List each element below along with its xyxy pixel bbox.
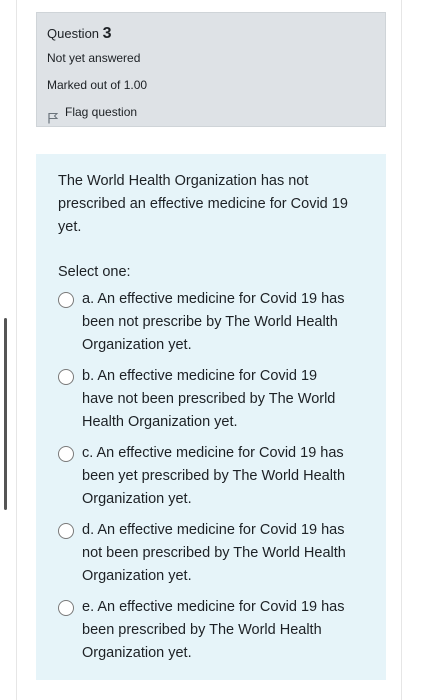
question-number: 3 [102,25,112,42]
question-content: The World Health Organization has not pr… [36,154,386,680]
flag-question-link[interactable]: Flag question [47,99,375,126]
radio-button-e[interactable] [58,600,74,616]
answer-list: a. An effective medicine for Covid 19 ha… [58,288,364,665]
answer-option-b[interactable]: b. An effective medicine for Covid 19 ha… [58,365,364,434]
radio-button-c[interactable] [58,446,74,462]
select-one-prompt: Select one: [58,264,131,280]
answer-text-e[interactable]: e. An effective medicine for Covid 19 ha… [82,596,352,665]
question-marks: Marked out of 1.00 [47,78,148,92]
question-info-box: Question 3 Not yet answered Marked out o… [36,12,386,127]
flag-icon [47,107,59,123]
question-text: The World Health Organization has not pr… [58,173,348,235]
answer-option-c[interactable]: c. An effective medicine for Covid 19 ha… [58,442,364,511]
flag-question-label: Flag question [65,105,138,119]
answer-text-b[interactable]: b. An effective medicine for Covid 19 ha… [82,365,352,434]
question-label: Question [47,26,100,41]
radio-button-d[interactable] [58,523,74,539]
answer-text-d[interactable]: d. An effective medicine for Covid 19 ha… [82,519,352,588]
answer-text-a[interactable]: a. An effective medicine for Covid 19 ha… [82,288,352,357]
scroll-indicator[interactable] [4,318,7,510]
radio-button-b[interactable] [58,369,74,385]
answer-text-c[interactable]: c. An effective medicine for Covid 19 ha… [82,442,352,511]
answer-option-a[interactable]: a. An effective medicine for Covid 19 ha… [58,288,364,357]
radio-button-a[interactable] [58,292,74,308]
answer-option-e[interactable]: e. An effective medicine for Covid 19 ha… [58,596,364,665]
question-heading: Question 3 [47,23,375,45]
answer-option-d[interactable]: d. An effective medicine for Covid 19 ha… [58,519,364,588]
question-status: Not yet answered [47,51,141,65]
